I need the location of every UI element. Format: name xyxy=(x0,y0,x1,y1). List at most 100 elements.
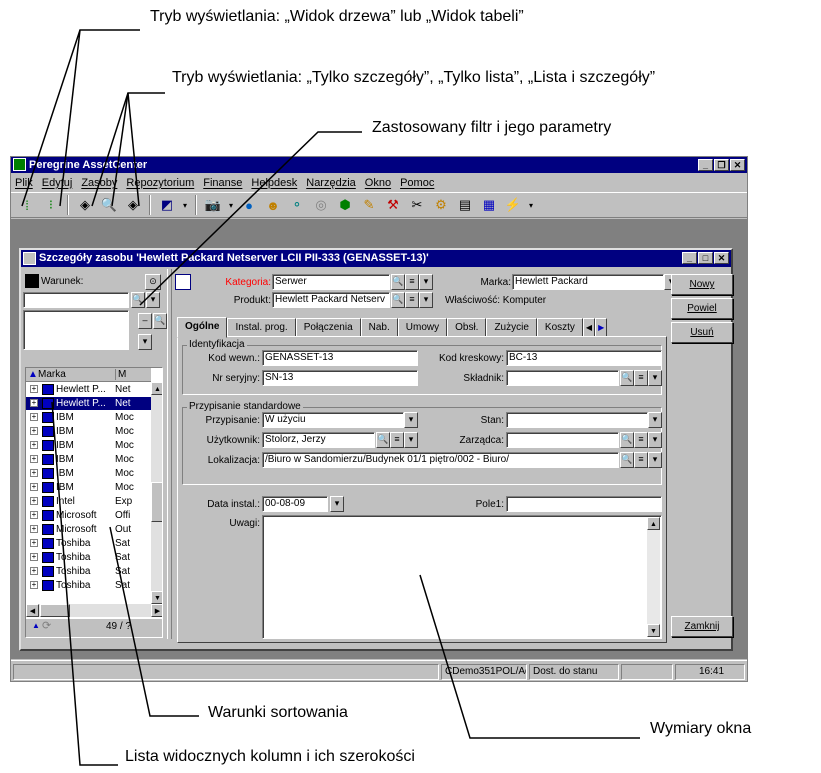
minimize-icon[interactable]: _ xyxy=(698,159,713,171)
dropdown-arrow-icon[interactable]: ▾ xyxy=(181,195,189,215)
wrench-icon[interactable]: ⚙ xyxy=(431,195,451,215)
expand-icon[interactable]: + xyxy=(30,441,38,449)
list-item[interactable]: + Intel Exp xyxy=(26,495,151,508)
dropdown-arrow-icon[interactable]: ▾ xyxy=(527,195,535,215)
menu-repozytorium[interactable]: Repozytorium xyxy=(126,177,194,189)
list-and-details-icon[interactable]: ◈ xyxy=(123,195,143,215)
pane-splitter[interactable] xyxy=(167,269,172,639)
menu-zasoby[interactable]: Zasoby xyxy=(81,177,117,189)
expand-icon[interactable]: + xyxy=(30,581,38,589)
filter-dropdown-icon[interactable]: ▾ xyxy=(146,292,160,308)
menu-narzedzia[interactable]: Narzędzia xyxy=(306,177,356,189)
sort-asc-icon[interactable]: ▲ xyxy=(28,369,38,380)
record-up-icon[interactable]: ▲ xyxy=(32,621,40,630)
menu-edytuj[interactable]: Edytuj xyxy=(42,177,73,189)
pencil-icon[interactable]: ✎ xyxy=(359,195,379,215)
minimize-icon[interactable]: _ xyxy=(682,252,697,264)
scroll-right-icon[interactable]: ▶ xyxy=(151,604,162,617)
scroll-down-icon[interactable]: ▼ xyxy=(647,624,660,637)
uzytkownik-field[interactable]: Stolorz, Jerzy xyxy=(262,432,375,448)
expand-icon[interactable]: + xyxy=(30,525,38,533)
table-view-icon[interactable]: ⁝ xyxy=(41,195,61,215)
data-instal-dropdown-icon[interactable]: ▾ xyxy=(330,496,344,512)
kategoria-list-icon[interactable]: ≡ xyxy=(405,274,419,290)
marka-field[interactable]: Hewlett Packard xyxy=(512,274,664,290)
list-item[interactable]: + IBM Moc xyxy=(26,411,151,424)
scroll-left-icon[interactable]: ◀ xyxy=(26,604,39,617)
list-item[interactable]: + IBM Moc xyxy=(26,439,151,452)
scroll-up-icon[interactable]: ▲ xyxy=(647,517,660,530)
zamknij-button[interactable]: Zamknij xyxy=(671,616,733,637)
expand-icon[interactable]: + xyxy=(30,553,38,561)
scissors-icon[interactable]: ✂ xyxy=(407,195,427,215)
people-icon[interactable]: ☻ xyxy=(263,195,283,215)
nr-seryjny-field[interactable]: SN-13 xyxy=(262,370,418,386)
filter-input[interactable] xyxy=(23,292,129,308)
list-item[interactable]: + Toshiba Sat xyxy=(26,565,151,578)
uwagi-scrollbar[interactable]: ▲ ▼ xyxy=(647,517,660,637)
list-item[interactable]: + Microsoft Out xyxy=(26,523,151,536)
zarzadca-search-icon[interactable]: 🔍 xyxy=(620,432,634,448)
expand-icon[interactable]: + xyxy=(30,469,38,477)
stan-field[interactable] xyxy=(506,412,648,428)
list-hscrollbar[interactable]: ◀ ▶ xyxy=(26,604,162,617)
list-item[interactable]: + IBM Moc xyxy=(26,453,151,466)
expand-icon[interactable]: + xyxy=(30,385,38,393)
details-only-icon[interactable]: ◈ xyxy=(75,195,95,215)
tab-umowy[interactable]: Umowy xyxy=(397,318,448,337)
dropdown-arrow-icon[interactable]: ▾ xyxy=(227,195,235,215)
tab-scroll-left-icon[interactable]: ◀ xyxy=(582,318,596,337)
expand-icon[interactable]: + xyxy=(30,511,38,519)
menu-helpdesk[interactable]: Helpdesk xyxy=(251,177,297,189)
expand-icon[interactable]: + xyxy=(30,497,38,505)
maximize-icon[interactable]: □ xyxy=(698,252,713,264)
produkt-search-icon[interactable]: 🔍 xyxy=(391,292,405,308)
data-instal-field[interactable]: 00-08-09 xyxy=(262,496,328,512)
filter-button[interactable]: ⊙ xyxy=(145,274,161,290)
filter-collapse-icon[interactable]: ▾ xyxy=(138,334,152,350)
column-header-model[interactable]: M xyxy=(115,369,126,380)
expand-icon[interactable]: + xyxy=(30,539,38,547)
refresh-icon[interactable]: ⟳ xyxy=(42,619,51,632)
nowy-button[interactable]: Nowy xyxy=(671,274,733,295)
list-item[interactable]: + Toshiba Sat xyxy=(26,537,151,550)
skladnik-field[interactable] xyxy=(506,370,619,386)
stan-dropdown-icon[interactable]: ▾ xyxy=(648,412,662,428)
list-item[interactable]: + Toshiba Sat xyxy=(26,551,151,564)
uzytkownik-dropdown-icon[interactable]: ▾ xyxy=(404,432,418,448)
close-icon[interactable]: ✕ xyxy=(714,252,729,264)
package-icon[interactable]: ⬢ xyxy=(335,195,355,215)
cd-icon[interactable]: ◎ xyxy=(311,195,331,215)
menu-okno[interactable]: Okno xyxy=(365,177,391,189)
hscroll-thumb[interactable] xyxy=(40,604,70,617)
list-item[interactable]: + Hewlett P... Net xyxy=(26,397,151,410)
scroll-down-icon[interactable]: ▼ xyxy=(151,591,162,604)
kategoria-dropdown-icon[interactable]: ▾ xyxy=(419,274,433,290)
list-only-icon[interactable]: 🔍 xyxy=(99,195,119,215)
scroll-up-icon[interactable]: ▲ xyxy=(151,382,162,395)
menu-finanse[interactable]: Finanse xyxy=(203,177,242,189)
expand-icon[interactable]: + xyxy=(30,567,38,575)
tab-instal-prog[interactable]: Instal. prog. xyxy=(227,318,296,337)
camera-icon[interactable]: 📷 xyxy=(203,195,223,215)
column-header-marka[interactable]: Marka xyxy=(38,369,66,380)
tab-polaczenia[interactable]: Połączenia xyxy=(295,318,361,337)
powiel-button[interactable]: Powiel xyxy=(671,298,733,319)
lokalizacja-dropdown-icon[interactable]: ▾ xyxy=(648,452,662,468)
list-item[interactable]: + Microsoft Offi xyxy=(26,509,151,522)
zarzadca-dropdown-icon[interactable]: ▾ xyxy=(648,432,662,448)
uwagi-textarea[interactable] xyxy=(262,515,662,639)
lokalizacja-list-icon[interactable]: ≡ xyxy=(634,452,648,468)
expand-icon[interactable]: + xyxy=(30,455,38,463)
lightning-icon[interactable]: ⚡ xyxy=(503,195,523,215)
zarzadca-field[interactable] xyxy=(506,432,619,448)
przypisanie-field[interactable]: W użyciu xyxy=(262,412,404,428)
expand-icon[interactable]: + xyxy=(30,399,38,407)
lokalizacja-field[interactable]: /Biuro w Sandomierzu/Budynek 01/1 piętro… xyxy=(262,452,619,468)
navigate-icon[interactable]: ◩ xyxy=(157,195,177,215)
lokalizacja-search-icon[interactable]: 🔍 xyxy=(620,452,634,468)
produkt-dropdown-icon[interactable]: ▾ xyxy=(419,292,433,308)
expand-icon[interactable]: + xyxy=(30,427,38,435)
list-item[interactable]: + IBM Moc xyxy=(26,481,151,494)
scroll-thumb[interactable] xyxy=(151,482,162,522)
